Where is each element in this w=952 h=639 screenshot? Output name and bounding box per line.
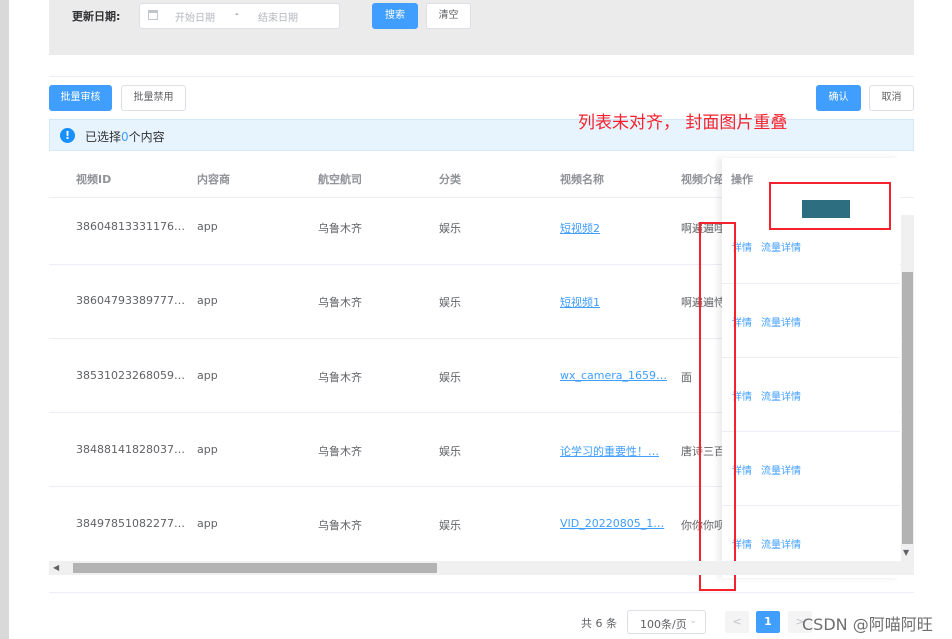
cancel-button[interactable]: 取消 <box>869 85 914 111</box>
row-divider <box>722 431 900 432</box>
cell-video-id: 38488141828037… <box>76 443 185 456</box>
cell-provider: app <box>197 369 218 382</box>
column-header-provider[interactable]: 内容商 <box>197 171 230 187</box>
cell-video-id: 38531023268059… <box>76 369 185 382</box>
cell-video-name-link[interactable]: wx_camera_1659… <box>560 369 667 382</box>
cell-provider: app <box>197 294 218 307</box>
annotation-box-misalignment <box>699 222 736 591</box>
vertical-scroll-thumb[interactable] <box>902 272 913 544</box>
pagination-total: 共 6 条 <box>581 617 617 630</box>
page-number-1[interactable]: 1 <box>756 611 780 633</box>
flow-detail-link[interactable]: 流量详情 <box>761 462 801 477</box>
scroll-left-arrow-icon[interactable]: ◀ <box>53 563 59 572</box>
page-size-value: 100条/页 <box>640 618 687 631</box>
batch-review-button[interactable]: 批量审核 <box>49 85 112 111</box>
cell-category: 娱乐 <box>439 519 461 532</box>
scroll-down-arrow-icon[interactable]: ▼ <box>903 548 909 557</box>
column-header-video-intro[interactable]: 视频介绍 <box>681 171 725 187</box>
section-divider <box>49 76 914 77</box>
chevron-down-icon: ⌄ <box>689 616 697 626</box>
flow-detail-link[interactable]: 流量详情 <box>761 314 801 329</box>
cell-video-name-link[interactable]: 论学习的重要性！… <box>560 443 659 459</box>
cell-airline: 乌鲁木齐 <box>318 371 362 384</box>
update-date-label: 更新日期: <box>72 10 121 23</box>
calendar-icon <box>148 10 158 20</box>
cell-provider: app <box>197 220 218 233</box>
date-separator: - <box>235 9 239 20</box>
cell-provider: app <box>197 443 218 456</box>
clear-button[interactable]: 清空 <box>426 3 471 29</box>
column-header-video-name[interactable]: 视频名称 <box>560 171 604 187</box>
cell-video-id: 38604813331176… <box>76 220 185 233</box>
page-size-select[interactable]: 100条/页 ⌄ <box>627 610 706 634</box>
row-divider <box>722 505 900 506</box>
column-header-category[interactable]: 分类 <box>439 171 461 187</box>
end-date-input[interactable]: 结束日期 <box>258 9 298 24</box>
search-button[interactable]: 搜索 <box>372 3 418 29</box>
batch-disable-button[interactable]: 批量禁用 <box>121 85 186 111</box>
cell-category: 娱乐 <box>439 296 461 309</box>
csdn-watermark: CSDN @阿喵阿旺 <box>802 615 933 634</box>
cell-airline: 乌鲁木齐 <box>318 296 362 309</box>
horizontal-scrollbar[interactable]: ◀ <box>49 561 914 575</box>
flow-detail-link[interactable]: 流量详情 <box>761 388 801 403</box>
cell-video-id: 38497851082277… <box>76 517 185 530</box>
flow-detail-link[interactable]: 流量详情 <box>761 536 801 551</box>
cell-airline: 乌鲁木齐 <box>318 519 362 532</box>
cell-video-intro: 面 <box>681 371 692 384</box>
cell-video-id: 38604793389777… <box>76 294 185 307</box>
column-header-airline[interactable]: 航空航司 <box>318 171 362 187</box>
confirm-button[interactable]: 确认 <box>816 85 861 111</box>
cell-video-name-link[interactable]: VID_20220805_1… <box>560 517 664 530</box>
cell-video-name-link[interactable]: 短视频2 <box>560 220 600 236</box>
left-sidebar-edge <box>0 0 9 639</box>
cell-airline: 乌鲁木齐 <box>318 445 362 458</box>
prev-page-button[interactable]: < <box>725 611 749 633</box>
flow-detail-link[interactable]: 流量详情 <box>761 239 801 254</box>
annotation-box-cover-overlap <box>769 182 891 230</box>
row-divider <box>722 357 900 358</box>
row-divider <box>722 283 900 284</box>
cell-category: 娱乐 <box>439 445 461 458</box>
column-header-video-id[interactable]: 视频ID <box>76 171 111 187</box>
horizontal-scroll-thumb[interactable] <box>73 563 437 573</box>
table-bottom-divider <box>49 592 914 593</box>
annotation-note: 列表未对齐， 封面图片重叠 <box>578 113 788 133</box>
info-icon: ! <box>60 128 75 143</box>
selection-text: 已选择0个内容 <box>85 130 165 144</box>
start-date-input[interactable]: 开始日期 <box>175 9 215 24</box>
vertical-scrollbar[interactable]: ▼ <box>901 215 914 561</box>
cell-video-name-link[interactable]: 短视频1 <box>560 294 600 310</box>
cell-airline: 乌鲁木齐 <box>318 222 362 235</box>
cell-category: 娱乐 <box>439 371 461 384</box>
cell-provider: app <box>197 517 218 530</box>
column-header-operation: 操作 <box>731 173 753 186</box>
date-range-picker[interactable]: 开始日期 - 结束日期 <box>139 3 340 29</box>
cell-category: 娱乐 <box>439 222 461 235</box>
